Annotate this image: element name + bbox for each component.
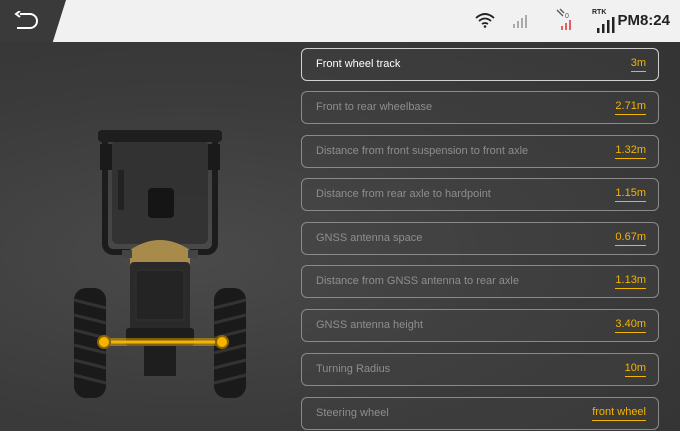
back-arrow-icon [14,11,38,29]
param-label: Front wheel track [316,58,401,70]
param-label: Distance from GNSS antenna to rear axle [316,275,519,287]
wifi-icon [475,13,495,28]
param-steering-wheel[interactable]: Steering wheel front wheel [301,397,659,430]
param-front-to-rear-wheelbase[interactable]: Front to rear wheelbase 2.71m [301,91,659,124]
satellite-signal-icon: 0 [556,8,571,30]
param-value[interactable]: 3.40m [615,318,646,333]
param-label: Distance from front suspension to front … [316,145,529,157]
back-button[interactable] [0,0,66,42]
clock: PM8:24 [617,12,670,29]
param-value[interactable]: 0.67m [615,231,646,246]
param-value[interactable]: 3m [630,57,646,72]
param-value[interactable]: 1.13m [615,274,646,289]
cellular-signal-icon [513,15,527,28]
param-gnss-antenna-to-rear-axle[interactable]: Distance from GNSS antenna to rear axle … [301,265,659,298]
param-gnss-antenna-space[interactable]: GNSS antenna space 0.67m [301,222,659,255]
param-value[interactable]: 2.71m [615,100,646,115]
param-rear-axle-to-hardpoint[interactable]: Distance from rear axle to hardpoint 1.1… [301,178,659,211]
param-label: GNSS antenna height [316,319,424,331]
param-label: Distance from rear axle to hardpoint [316,188,491,200]
status-bar: 0 RTK PM8:24 [0,0,680,42]
param-label: Steering wheel [316,407,389,419]
param-value[interactable]: 1.32m [615,144,646,159]
rtk-label: RTK [592,9,607,16]
param-front-suspension-to-front-axle[interactable]: Distance from front suspension to front … [301,135,659,168]
vehicle-parameters-panel: Front wheel track 3m Front to rear wheel… [0,42,680,431]
param-front-wheel-track[interactable]: Front wheel track 3m [301,48,659,81]
param-label: Front to rear wheelbase [316,101,433,113]
param-gnss-antenna-height[interactable]: GNSS antenna height 3.40m [301,309,659,342]
param-label: Turning Radius [316,363,391,375]
param-turning-radius[interactable]: Turning Radius 10m [301,353,659,386]
param-value[interactable]: front wheel [592,406,646,421]
svg-text:0: 0 [565,13,569,20]
param-label: GNSS antenna space [316,232,423,244]
tractor-illustration [73,130,247,398]
param-value[interactable]: 10m [624,362,646,377]
rtk-signal-icon [597,17,615,33]
param-value[interactable]: 1.15m [615,187,646,202]
